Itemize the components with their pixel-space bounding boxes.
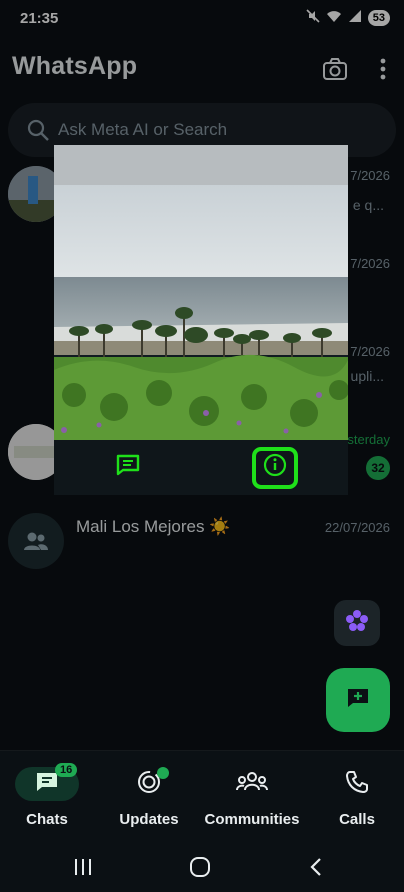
message-icon <box>115 454 141 481</box>
tab-chats[interactable]: 16 Chats <box>12 751 82 843</box>
message-button[interactable] <box>54 440 201 495</box>
back-icon[interactable] <box>308 857 324 882</box>
updates-tab-icon-wrap <box>117 767 181 801</box>
info-icon <box>263 453 287 482</box>
bottom-nav: 16 Chats Updates Communities Calls <box>0 750 404 842</box>
chats-tab-pill: 16 <box>15 763 79 801</box>
popup-actions <box>54 440 348 495</box>
meta-ai-button[interactable] <box>334 600 380 646</box>
meta-ai-icon <box>344 608 370 639</box>
tab-communities-label: Communities <box>204 811 300 828</box>
profile-photo[interactable] <box>54 145 348 440</box>
phone-icon <box>345 770 369 799</box>
tab-updates-label: Updates <box>119 811 179 828</box>
communities-icon <box>236 770 268 799</box>
updates-dot <box>157 767 169 779</box>
info-button[interactable] <box>201 440 348 495</box>
new-chat-button[interactable] <box>326 668 390 732</box>
tab-updates[interactable]: Updates <box>114 751 184 843</box>
new-chat-icon <box>346 687 370 714</box>
tab-calls-label: Calls <box>339 811 375 828</box>
system-nav-bar <box>0 842 404 892</box>
tab-communities[interactable]: Communities <box>200 751 304 843</box>
recent-apps-icon[interactable] <box>72 857 94 882</box>
communities-tab-icon-wrap <box>220 767 284 801</box>
chats-badge: 16 <box>55 763 78 777</box>
tab-calls[interactable]: Calls <box>322 751 392 843</box>
home-icon[interactable] <box>189 857 211 882</box>
chats-icon <box>35 771 59 798</box>
profile-popup <box>54 145 348 495</box>
tab-chats-label: Chats <box>26 811 68 828</box>
calls-tab-icon-wrap <box>325 767 389 801</box>
info-highlight <box>251 446 298 489</box>
